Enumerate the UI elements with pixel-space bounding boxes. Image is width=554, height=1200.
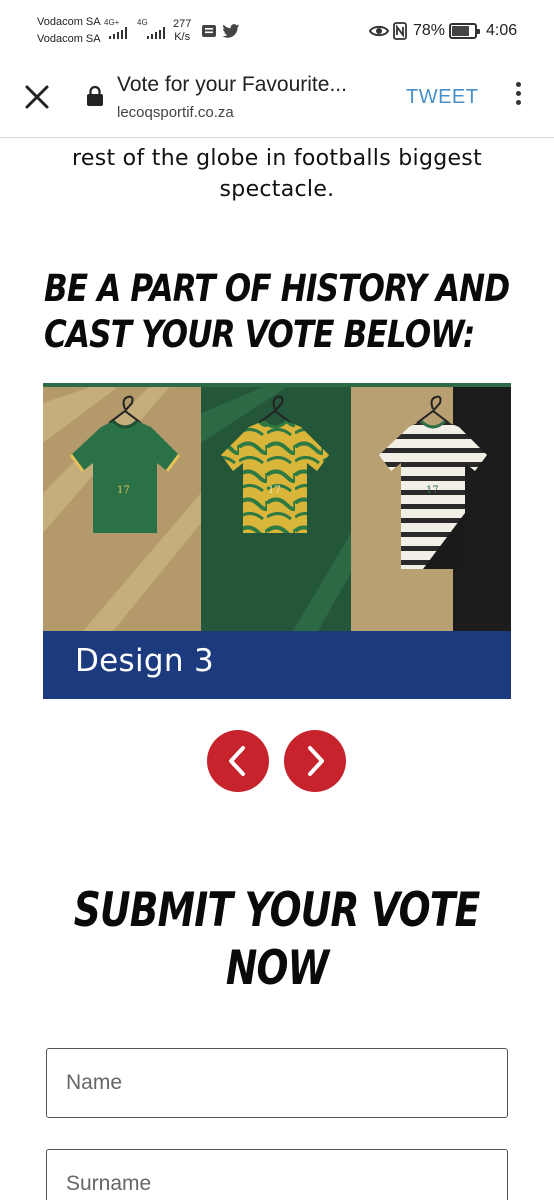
network-type-2: 4G: [137, 18, 148, 27]
kit-designs-image: 17 17 17: [43, 383, 511, 631]
intro-text: rest of the globe in footballs biggest s…: [20, 143, 534, 205]
message-icon: [202, 25, 216, 37]
submit-heading-line-2: NOW: [225, 941, 329, 996]
signal-icon: [147, 27, 165, 39]
intro-line-1: rest of the globe in footballs biggest: [72, 146, 482, 171]
vote-heading-line-2: CAST YOUR VOTE BELOW:: [44, 313, 475, 356]
page-title: Vote for your Favourite...: [117, 73, 347, 96]
vote-heading-line-1: BE A PART OF HISTORY AND: [44, 267, 510, 310]
kit-number-2: 17: [268, 485, 281, 496]
next-design-button[interactable]: [284, 730, 346, 792]
design-caption-label: Design 3: [75, 643, 215, 679]
surname-input[interactable]: [46, 1149, 508, 1200]
chevron-left-icon: [229, 746, 245, 776]
nfc-icon: [393, 22, 407, 40]
kit-number-1: 17: [117, 485, 130, 496]
network-type-1: 4G+: [104, 18, 120, 27]
speed-unit: K/s: [174, 31, 191, 43]
carrier-label-1: Vodacom SA: [37, 16, 101, 28]
submit-heading: SUBMIT YOUR VOTE NOW: [0, 882, 554, 998]
lock-icon: [87, 85, 103, 106]
browser-toolbar: Vote for your Favourite... lecoqsportif.…: [0, 62, 554, 138]
signal-icon: [109, 27, 127, 39]
status-bar: Vodacom SA Vodacom SA 4G+ 4G 277 K/s 78%…: [0, 0, 554, 62]
name-input[interactable]: [46, 1048, 508, 1118]
kit-designs-illustration: 17 17 17: [43, 383, 511, 631]
battery-level: [452, 26, 470, 36]
clock: 4:06: [486, 22, 518, 39]
battery-icon: [449, 23, 480, 39]
more-vert-icon[interactable]: [508, 82, 528, 112]
eye-icon: [369, 25, 389, 37]
kit-number-3: 17: [426, 485, 439, 496]
design-carousel: 17 17 17 Design 3: [43, 383, 511, 699]
battery-percent: 78%: [413, 22, 446, 39]
slide-caption: Design 3: [43, 631, 511, 699]
carrier-label-2: Vodacom SA: [37, 33, 101, 45]
tweet-button[interactable]: TWEET: [406, 86, 479, 109]
close-icon[interactable]: [22, 82, 52, 112]
previous-design-button[interactable]: [207, 730, 269, 792]
speed-value: 277: [173, 18, 192, 30]
page-url[interactable]: lecoqsportif.co.za: [117, 104, 234, 121]
chevron-right-icon: [308, 746, 324, 776]
submit-heading-line-1: SUBMIT YOUR VOTE: [74, 883, 481, 938]
network-speed: 277 K/s: [173, 18, 191, 44]
twitter-icon: [222, 24, 240, 38]
intro-line-2: spectacle.: [219, 177, 335, 202]
vote-heading: BE A PART OF HISTORY AND CAST YOUR VOTE …: [44, 266, 531, 358]
